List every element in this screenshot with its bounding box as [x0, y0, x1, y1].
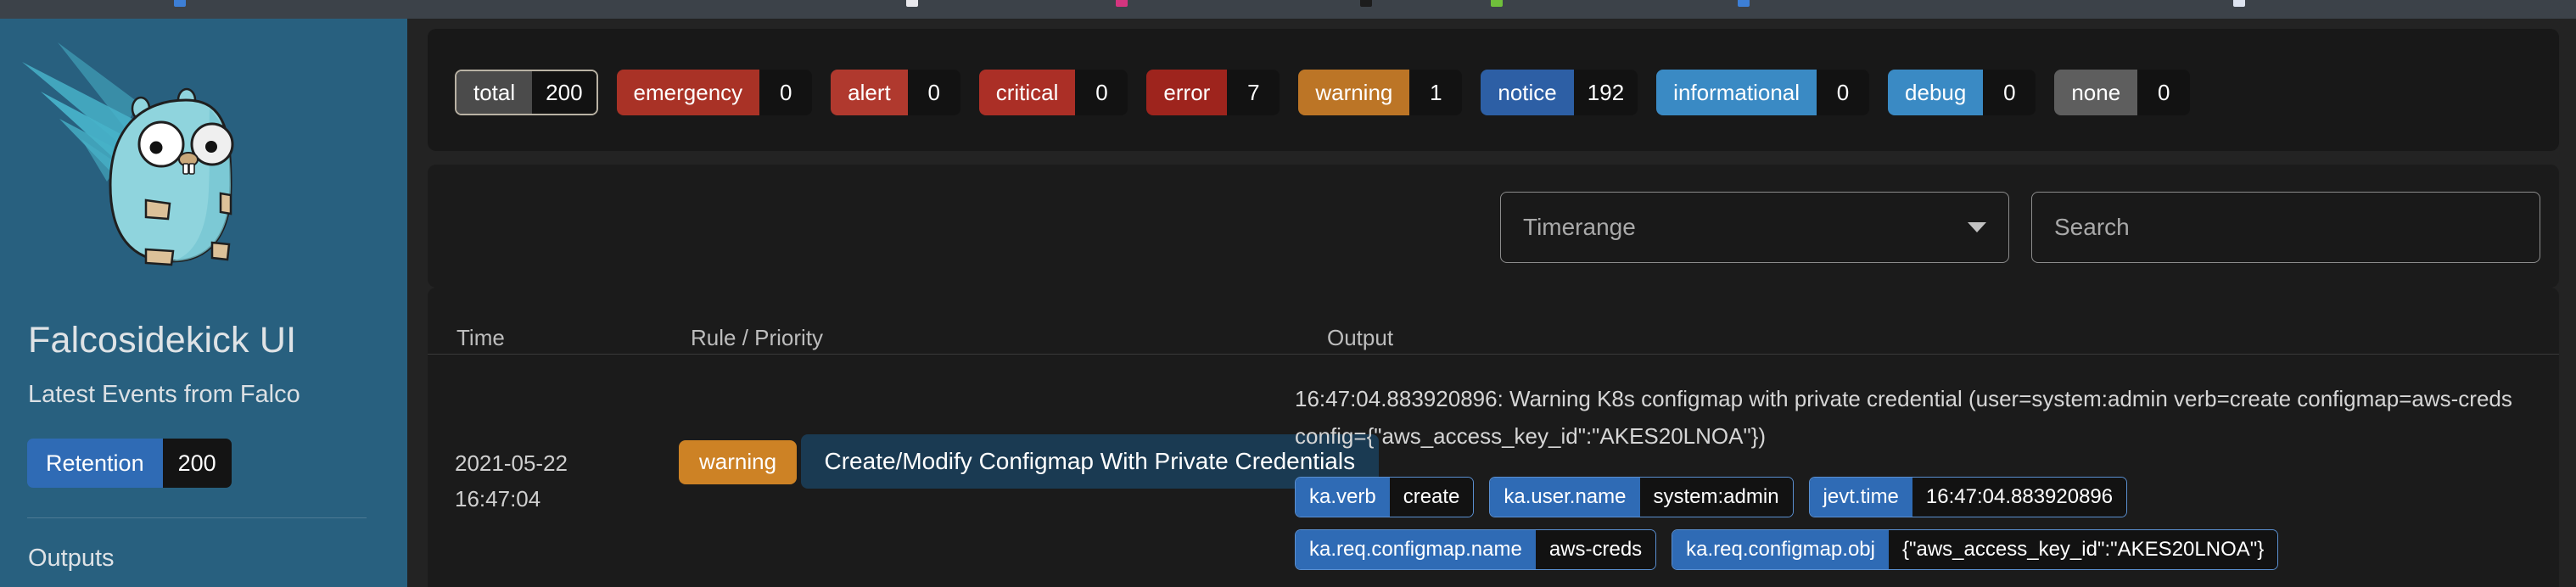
event-time: 16:47:04 — [455, 481, 568, 517]
severity-count-critical: 0 — [1075, 70, 1128, 115]
severity-badge-debug[interactable]: debug0 — [1888, 70, 2036, 115]
severity-badge-alert[interactable]: alert0 — [831, 70, 960, 115]
timerange-select[interactable]: Timerange — [1500, 192, 2009, 263]
falco-gopher-logo-icon — [19, 24, 299, 294]
severity-label-error: error — [1146, 70, 1227, 115]
severity-badge-warning[interactable]: warning1 — [1298, 70, 1462, 115]
event-field-value: create — [1390, 478, 1474, 517]
severity-summary-panel: total200emergency0alert0critical0error7w… — [428, 29, 2559, 151]
event-field-value: aws-creds — [1536, 530, 1655, 569]
tab-favicon-0[interactable] — [174, 0, 186, 7]
browser-tab-strip — [0, 0, 2576, 19]
app-title: Falcosidekick UI — [28, 320, 296, 361]
event-field-chip[interactable]: ka.req.configmap.nameaws-creds — [1295, 529, 1656, 570]
retention-badge: Retention 200 — [27, 439, 232, 488]
main-content: total200emergency0alert0critical0error7w… — [407, 19, 2576, 587]
severity-badge-critical[interactable]: critical0 — [979, 70, 1128, 115]
event-field-value: system:admin — [1640, 478, 1793, 517]
priority-badge[interactable]: warning — [679, 440, 797, 484]
severity-badge-notice[interactable]: notice192 — [1481, 70, 1638, 115]
event-field-chip[interactable]: ka.verbcreate — [1295, 477, 1474, 517]
timerange-label: Timerange — [1501, 214, 1636, 241]
severity-label-warning: warning — [1298, 70, 1409, 115]
severity-label-total: total — [456, 71, 532, 114]
tab-favicon-1[interactable] — [906, 0, 918, 7]
event-output-text: 16:47:04.883920896: Warning K8s configma… — [1295, 380, 2525, 455]
event-field-chip[interactable]: jevt.time16:47:04.883920896 — [1809, 477, 2128, 517]
tab-favicon-2[interactable] — [1116, 0, 1128, 7]
event-field-key: ka.req.configmap.obj — [1672, 530, 1889, 569]
severity-label-debug: debug — [1888, 70, 1983, 115]
filter-controls: Timerange — [1500, 192, 2540, 263]
severity-badge-informational[interactable]: informational0 — [1656, 70, 1869, 115]
event-field-key: ka.req.configmap.name — [1296, 530, 1536, 569]
severity-count-error: 7 — [1227, 70, 1280, 115]
filter-panel: Timerange — [428, 165, 2559, 288]
event-field-chip[interactable]: ka.user.namesystem:admin — [1489, 477, 1793, 517]
event-timestamp: 2021-05-22 16:47:04 — [455, 445, 568, 517]
retention-value: 200 — [163, 439, 232, 488]
table-row[interactable]: 2021-05-22 16:47:04 warning Create/Modif… — [428, 355, 2559, 587]
event-field-key: jevt.time — [1810, 478, 1912, 517]
severity-count-alert: 0 — [908, 70, 960, 115]
event-date: 2021-05-22 — [455, 445, 568, 481]
events-table: Time Rule / Priority Output 2021-05-22 1… — [428, 288, 2559, 587]
rule-name-chip[interactable]: Create/Modify Configmap With Private Cre… — [801, 434, 1380, 489]
event-rule-cell: warning Create/Modify Configmap With Pri… — [679, 411, 1379, 489]
severity-count-notice: 192 — [1574, 70, 1638, 115]
event-field-chip-row: ka.verbcreate ka.user.namesystem:admin jev… — [1295, 477, 2525, 517]
event-field-chip-rows: ka.verbcreate ka.user.namesystem:admin jev… — [1295, 477, 2525, 570]
falcosidekick-ui-app: Falcosidekick UI Latest Events from Falc… — [0, 19, 2576, 587]
severity-count-warning: 1 — [1409, 70, 1462, 115]
tab-favicon-5[interactable] — [1738, 0, 1750, 7]
app-subtitle: Latest Events from Falco — [28, 381, 300, 409]
column-header-time: Time — [456, 325, 505, 351]
sidebar: Falcosidekick UI Latest Events from Falc… — [0, 19, 407, 587]
severity-badge-error[interactable]: error7 — [1146, 70, 1280, 115]
severity-badge-total[interactable]: total200 — [455, 70, 598, 115]
column-header-rule-priority: Rule / Priority — [691, 325, 823, 351]
severity-label-alert: alert — [831, 70, 908, 115]
severity-label-none: none — [2054, 70, 2137, 115]
severity-count-emergency: 0 — [759, 70, 812, 115]
event-field-value: {"aws_access_key_id":"AKES20LNOA"} — [1889, 530, 2277, 569]
event-field-value: 16:47:04.883920896 — [1912, 478, 2126, 517]
severity-badge-list: total200emergency0alert0critical0error7w… — [455, 70, 2190, 115]
tab-favicon-4[interactable] — [1491, 0, 1503, 7]
severity-count-informational: 0 — [1817, 70, 1869, 115]
event-output-cell: 16:47:04.883920896: Warning K8s configma… — [1295, 380, 2525, 570]
table-header-row: Time Rule / Priority Output — [428, 288, 2559, 355]
event-field-chip[interactable]: ka.req.configmap.obj{"aws_access_key_id"… — [1672, 529, 2278, 570]
search-box[interactable] — [2031, 192, 2540, 263]
severity-count-none: 0 — [2137, 70, 2190, 115]
retention-label: Retention — [27, 439, 163, 488]
severity-count-total: 200 — [532, 71, 596, 114]
severity-badge-emergency[interactable]: emergency0 — [617, 70, 813, 115]
chevron-down-icon — [1968, 222, 1986, 232]
tab-favicon-3[interactable] — [1360, 0, 1372, 7]
severity-label-critical: critical — [979, 70, 1076, 115]
severity-badge-none[interactable]: none0 — [2054, 70, 2190, 115]
sidebar-item-outputs[interactable]: Outputs — [28, 545, 115, 573]
severity-label-emergency: emergency — [617, 70, 760, 115]
tab-favicon-6[interactable] — [2233, 0, 2245, 7]
event-field-chip-row: ka.req.configmap.nameaws-credska.req.con… — [1295, 529, 2525, 570]
sidebar-divider — [27, 517, 367, 518]
column-header-output: Output — [1327, 325, 1393, 351]
event-field-key: ka.verb — [1296, 478, 1390, 517]
severity-label-notice: notice — [1481, 70, 1573, 115]
event-field-key: ka.user.name — [1490, 478, 1639, 517]
severity-count-debug: 0 — [1983, 70, 2036, 115]
severity-label-informational: informational — [1656, 70, 1817, 115]
search-input[interactable] — [2032, 213, 2540, 242]
